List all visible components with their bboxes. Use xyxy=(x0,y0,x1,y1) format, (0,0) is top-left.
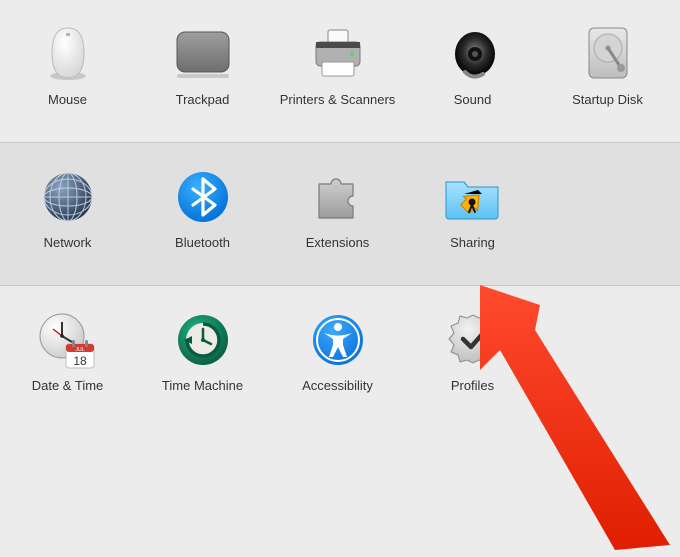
prefpane-label: Startup Disk xyxy=(540,92,675,120)
bluetooth-icon xyxy=(135,161,270,233)
prefpane-label: Trackpad xyxy=(135,92,270,120)
sharing-folder-icon xyxy=(405,161,540,233)
prefpane-sharing[interactable]: Sharing xyxy=(405,161,540,277)
speaker-icon xyxy=(405,18,540,90)
prefpane-extensions[interactable]: Extensions xyxy=(270,161,405,277)
prefpane-label: Sound xyxy=(405,92,540,120)
prefpane-label: Mouse xyxy=(0,92,135,120)
prefpane-time-machine[interactable]: Time Machine xyxy=(135,304,270,420)
calendar-month-text: JUL xyxy=(75,347,84,353)
prefpane-network[interactable]: Network xyxy=(0,161,135,277)
prefpane-label: Accessibility xyxy=(270,378,405,406)
prefpane-label: Sharing xyxy=(405,235,540,263)
prefpane-label: Network xyxy=(0,235,135,263)
trackpad-icon xyxy=(135,18,270,90)
prefpane-label: Printers & Scanners xyxy=(270,92,405,120)
prefpane-bluetooth[interactable]: Bluetooth xyxy=(135,161,270,277)
prefpane-label: Extensions xyxy=(270,235,405,263)
prefpane-profiles[interactable]: Profiles xyxy=(405,304,540,420)
prefpane-trackpad[interactable]: Trackpad xyxy=(135,18,270,134)
prefpane-mouse[interactable]: Mouse xyxy=(0,18,135,134)
prefpane-label: Bluetooth xyxy=(135,235,270,263)
clock-calendar-icon: JUL 18 xyxy=(0,304,135,376)
prefs-row-1: Mouse Trackpad xyxy=(0,0,680,143)
prefpane-accessibility[interactable]: Accessibility xyxy=(270,304,405,420)
time-machine-icon xyxy=(135,304,270,376)
mouse-icon xyxy=(0,18,135,90)
hard-drive-icon xyxy=(540,18,675,90)
prefpane-sound[interactable]: Sound xyxy=(405,18,540,134)
profiles-badge-icon xyxy=(405,304,540,376)
prefpane-label: Profiles xyxy=(405,378,540,406)
puzzle-piece-icon xyxy=(270,161,405,233)
prefpane-label: Time Machine xyxy=(135,378,270,406)
prefs-row-2: Network Bluetooth xyxy=(0,143,680,286)
prefpane-startup-disk[interactable]: Startup Disk xyxy=(540,18,675,134)
network-globe-icon xyxy=(0,161,135,233)
prefpane-date-time[interactable]: JUL 18 Date & Time xyxy=(0,304,135,420)
prefs-row-3: JUL 18 Date & Time xyxy=(0,286,680,428)
prefpane-printers-scanners[interactable]: Printers & Scanners xyxy=(270,18,405,134)
prefpane-label: Date & Time xyxy=(0,378,135,406)
accessibility-icon xyxy=(270,304,405,376)
printer-icon xyxy=(270,18,405,90)
calendar-day-text: 18 xyxy=(73,354,87,368)
